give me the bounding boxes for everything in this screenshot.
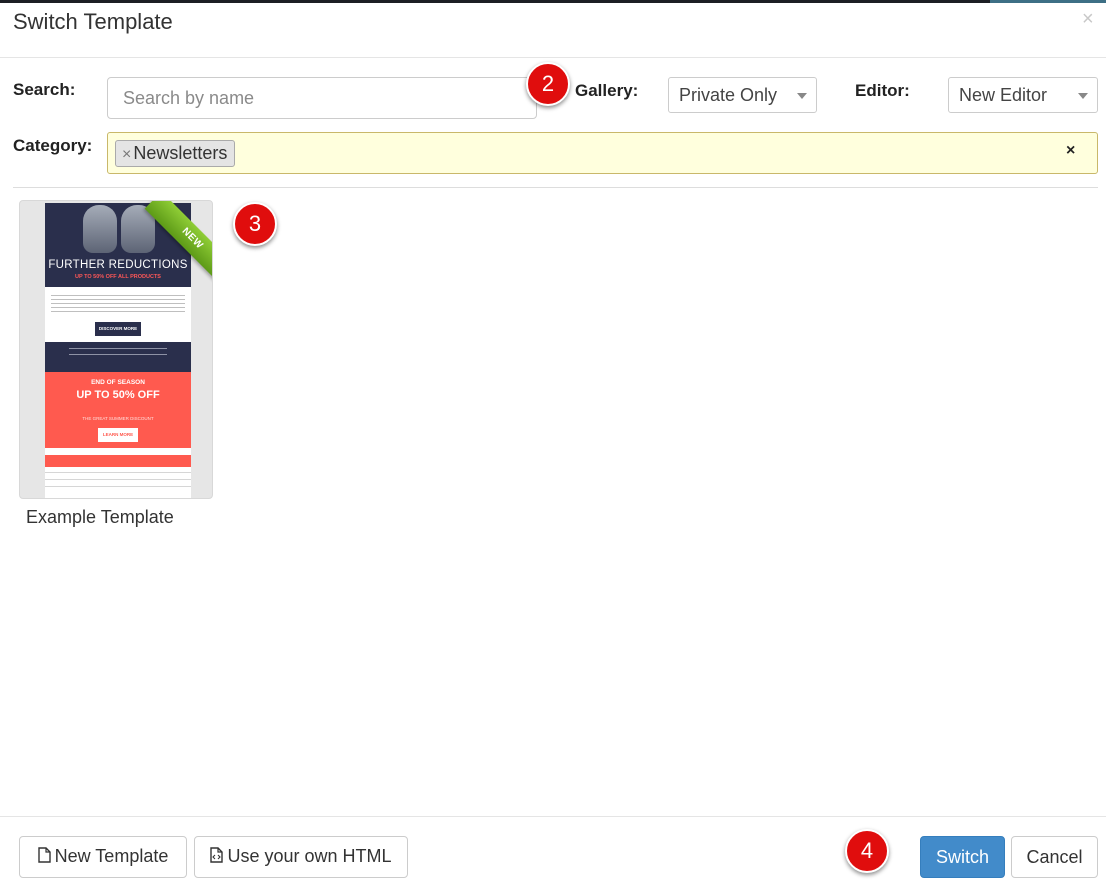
category-tag: × Newsletters	[115, 140, 236, 167]
thumb-body-text	[51, 293, 185, 313]
gallery-select[interactable]: Private Only	[668, 77, 817, 113]
thumb-discover-button: DISCOVER MORE	[95, 322, 141, 336]
search-label: Search:	[13, 80, 76, 99]
tag-remove-icon[interactable]: ×	[122, 146, 131, 163]
chevron-down-icon	[797, 93, 807, 99]
switch-button[interactable]: Switch	[920, 836, 1005, 878]
template-name[interactable]: Example Template	[26, 507, 174, 528]
use-own-html-button[interactable]: Use your own HTML	[194, 836, 408, 878]
thumb-product-table-header	[45, 455, 191, 467]
modal-title: Switch Template	[13, 9, 173, 34]
annotation-badge-4: 4	[845, 829, 889, 873]
gallery-select-value: Private Only	[679, 85, 778, 105]
use-own-html-label: Use your own HTML	[227, 846, 392, 867]
new-ribbon-label: NEW	[144, 201, 212, 287]
editor-select-value: New Editor	[959, 85, 1048, 105]
close-icon[interactable]: ×	[1082, 7, 1094, 31]
thumb-promo-title: UP TO 50% OFF	[76, 389, 160, 401]
file-code-icon	[210, 847, 224, 868]
annotation-badge-3: 3	[233, 202, 277, 246]
gallery-label: Gallery:	[575, 81, 639, 100]
thumb-promo-kicker: END OF SEASON	[91, 379, 145, 386]
modal-header: Switch Template ×	[0, 3, 1106, 58]
shoe-image-left	[83, 205, 117, 253]
editor-label: Editor:	[855, 81, 910, 100]
editor-select[interactable]: New Editor	[948, 77, 1098, 113]
file-icon	[37, 847, 51, 868]
thumb-promo-sub: THE GREAT SUMMER DISCOUNT	[82, 416, 154, 421]
new-template-button[interactable]: New Template	[19, 836, 187, 878]
template-card[interactable]: FURTHER REDUCTIONS UP TO 50% OFF ALL PRO…	[19, 200, 213, 499]
annotation-badge-2: 2	[526, 62, 570, 106]
category-label: Category:	[13, 136, 93, 155]
new-ribbon: NEW	[141, 201, 212, 291]
category-tag-label: Newsletters	[133, 143, 228, 163]
filters-divider	[13, 187, 1098, 188]
thumb-learn-button: LEARN MORE	[98, 428, 138, 442]
category-multiselect[interactable]: × Newsletters ×	[107, 132, 1098, 174]
thumb-coupon-text	[69, 345, 167, 356]
thumb-product-table-rows	[45, 469, 191, 493]
chevron-down-icon	[1078, 93, 1088, 99]
new-template-label: New Template	[54, 846, 169, 867]
clear-category-icon[interactable]: ×	[1066, 142, 1075, 160]
search-input[interactable]	[107, 77, 537, 119]
cancel-button[interactable]: Cancel	[1011, 836, 1098, 878]
